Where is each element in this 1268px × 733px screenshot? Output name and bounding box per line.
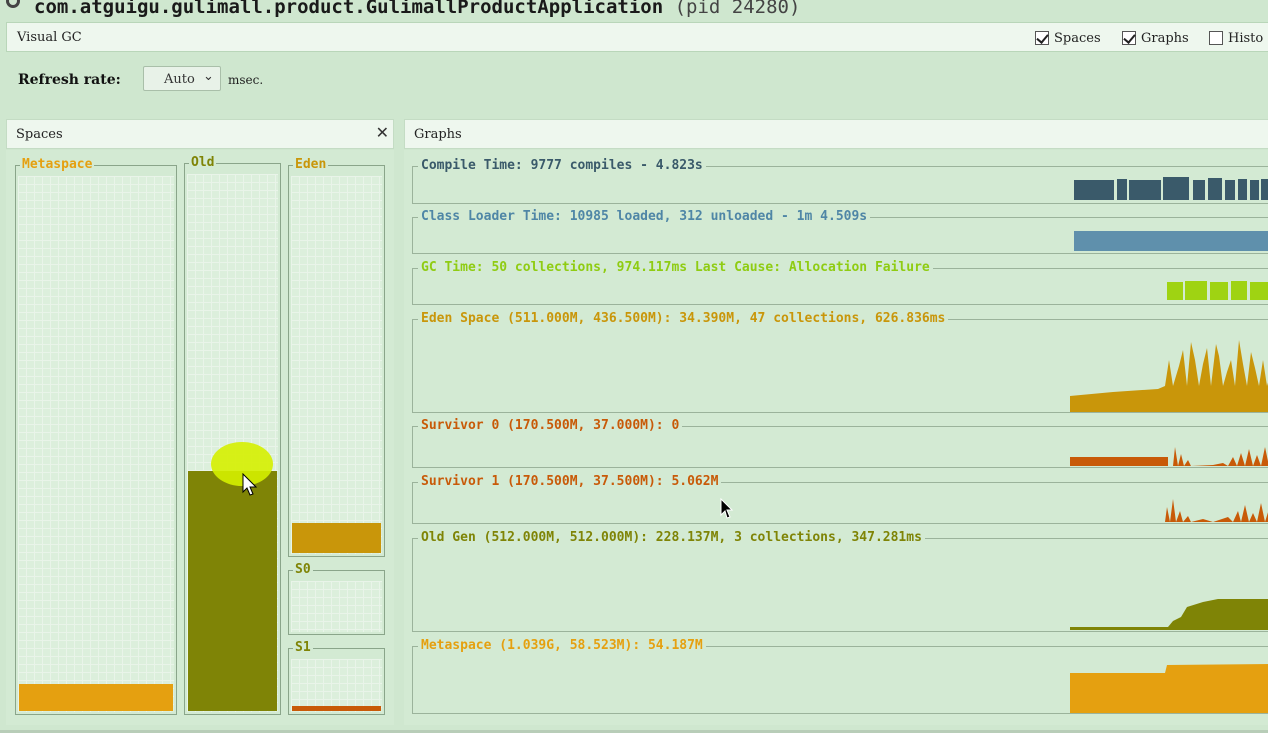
histogram-toggle-label: Histo — [1228, 31, 1264, 46]
window-title-bar: com.atguigu.gulimall.product.GulimallPro… — [0, 0, 1268, 20]
old-usage-bar — [188, 471, 277, 711]
mouse-pointer-icon — [242, 473, 258, 496]
survivor-0-trace — [1070, 447, 1268, 466]
eden-label: Eden — [293, 157, 329, 172]
graphs-toggle-label: Graphs — [1141, 31, 1189, 46]
gc-time-plot — [1167, 281, 1268, 300]
old-gen-plot — [1070, 599, 1268, 630]
metaspace-plot — [1070, 664, 1268, 713]
spaces-panel-title: Spaces — [16, 127, 63, 142]
s1-usage-bar — [292, 706, 381, 711]
eden-usage-bar — [292, 523, 381, 553]
old-gen-graph: Old Gen (512.000M, 512.000M): 228.137M, … — [412, 530, 1268, 632]
refresh-rate-unit: msec. — [228, 73, 264, 87]
survivor-0-plot — [1070, 447, 1268, 466]
gc-time-graph: GC Time: 50 collections, 974.117ms Last … — [412, 260, 1268, 305]
spaces-toggle[interactable]: Spaces — [1035, 31, 1101, 46]
histogram-checkbox[interactable] — [1209, 31, 1223, 45]
tab-visual-gc[interactable]: Visual GC — [17, 30, 82, 45]
graphs-panel-header: Graphs — [404, 119, 1268, 149]
graphs-checkbox[interactable] — [1122, 31, 1136, 45]
spaces-toggle-label: Spaces — [1054, 31, 1101, 46]
s1-grid — [291, 659, 382, 712]
graphs-panel: Compile Time: 9777 compiles - 4.823s Cla… — [404, 150, 1268, 725]
graphs-toggle[interactable]: Graphs — [1122, 31, 1189, 46]
survivor-0-graph: Survivor 0 (170.500M, 37.000M): 0 — [412, 418, 1268, 468]
s1-label: S1 — [293, 640, 313, 655]
old-label: Old — [189, 155, 217, 170]
loading-icon — [6, 0, 20, 8]
s0-grid — [291, 581, 382, 632]
metaspace-grid — [18, 176, 174, 712]
refresh-rate-select[interactable]: Auto ⌄ — [143, 66, 221, 91]
old-space: Old — [184, 155, 281, 715]
metaspace-usage-bar — [19, 684, 173, 711]
chevron-down-icon: ⌄ — [203, 69, 214, 84]
old-gen-trace — [1070, 599, 1268, 630]
spaces-checkbox[interactable] — [1035, 31, 1049, 45]
s1-space: S1 — [288, 640, 385, 715]
class-loader-graph: Class Loader Time: 10985 loaded, 312 unl… — [412, 209, 1268, 254]
spaces-panel-header: Spaces ✕ — [6, 119, 394, 149]
s0-space: S0 — [288, 562, 385, 635]
eden-space-plot — [1070, 340, 1268, 412]
gc-time-trace — [1167, 281, 1268, 300]
spaces-panel: Metaspace Old Eden S0 S1 — [6, 150, 394, 725]
visual-gc-tab-bar: Visual GC Spaces Graphs Histo — [6, 22, 1268, 52]
refresh-rate-value: Auto — [164, 72, 195, 87]
close-icon[interactable]: ✕ — [376, 123, 389, 142]
metaspace-label: Metaspace — [20, 157, 95, 172]
compile-time-graph: Compile Time: 9777 compiles - 4.823s — [412, 158, 1268, 204]
metaspace-trace — [1070, 664, 1268, 713]
refresh-rate-label: Refresh rate: — [18, 72, 121, 88]
s0-label: S0 — [293, 562, 313, 577]
compile-time-plot — [1074, 177, 1268, 200]
histogram-toggle[interactable]: Histo — [1209, 31, 1263, 46]
eden-grid — [291, 176, 382, 554]
process-id: (pid 24280) — [674, 0, 801, 18]
survivor-1-plot — [1165, 499, 1268, 522]
metaspace-graph: Metaspace (1.039G, 58.523M): 54.187M — [412, 638, 1268, 714]
survivor-1-graph: Survivor 1 (170.500M, 37.500M): 5.062M — [412, 474, 1268, 524]
compile-time-trace — [1074, 177, 1268, 200]
survivor-1-trace — [1165, 499, 1268, 522]
eden-space-trace — [1070, 340, 1268, 412]
graphs-panel-title: Graphs — [414, 127, 462, 142]
eden-space: Eden — [288, 157, 385, 557]
class-loader-trace — [1074, 231, 1268, 251]
eden-space-graph: Eden Space (511.000M, 436.500M): 34.390M… — [412, 311, 1268, 413]
class-loader-plot — [1074, 231, 1268, 251]
mouse-pointer-icon — [720, 498, 734, 519]
window-title: com.atguigu.gulimall.product.GulimallPro… — [34, 0, 800, 18]
metaspace-space: Metaspace — [15, 157, 177, 715]
